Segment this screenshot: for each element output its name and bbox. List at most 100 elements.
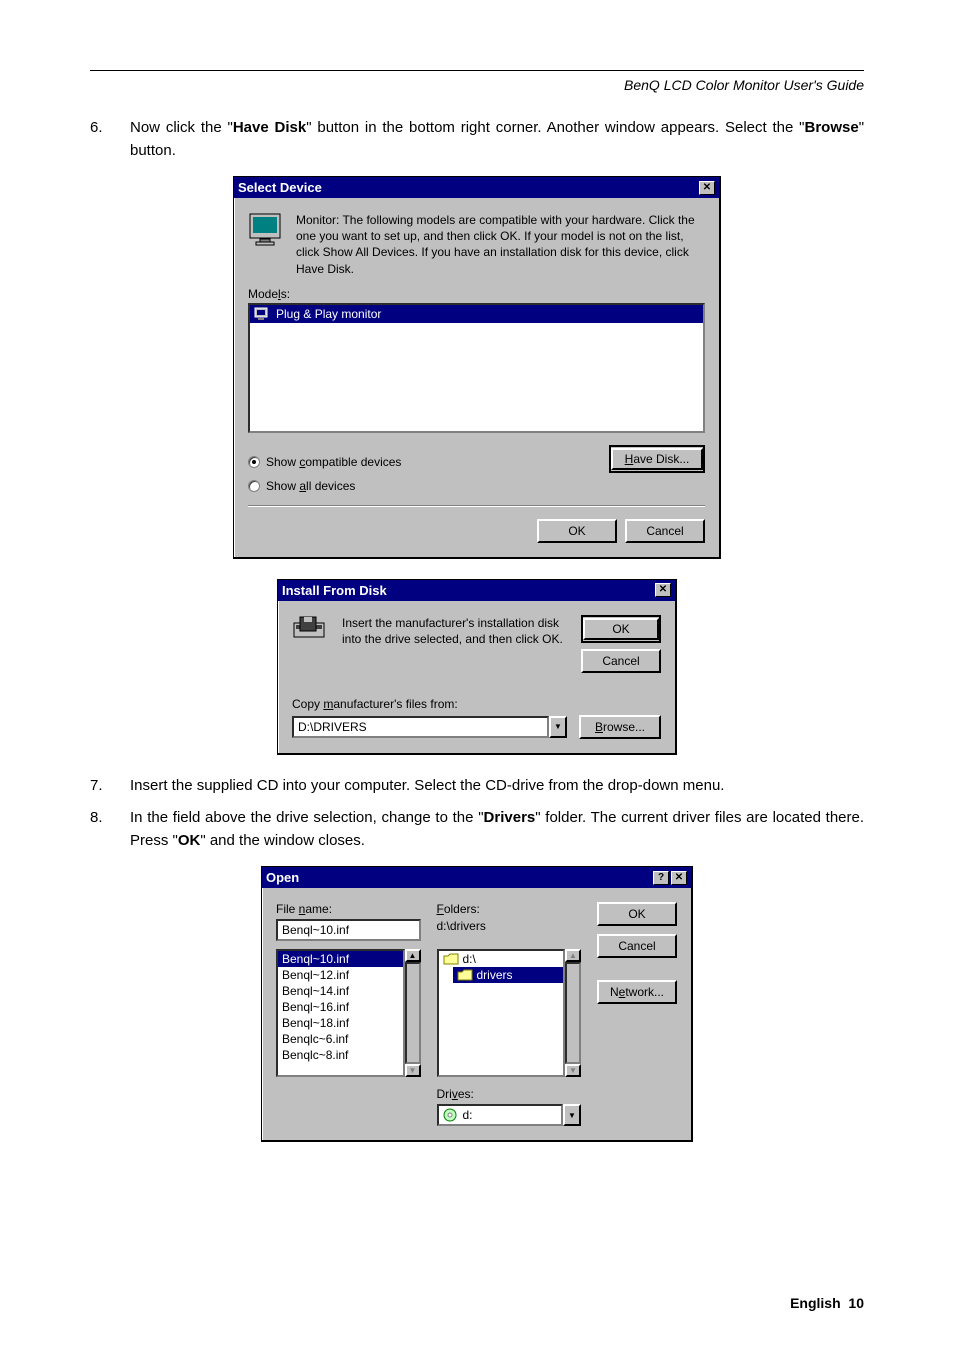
radio-unchecked-icon xyxy=(248,480,260,492)
list-item[interactable]: d:\ xyxy=(439,951,564,967)
doc-header: BenQ LCD Color Monitor User's Guide xyxy=(90,77,864,93)
drives-field[interactable]: d: xyxy=(437,1104,564,1126)
fn-pre: File xyxy=(276,902,299,916)
dr-post: es: xyxy=(458,1087,474,1101)
ok-label: OK xyxy=(583,618,659,640)
radio-all-devices[interactable]: Show all devices xyxy=(248,479,401,493)
step-8-num: 8. xyxy=(90,807,130,852)
chevron-down-icon[interactable]: ▼ xyxy=(549,716,567,738)
file-list[interactable]: Benql~10.inf Benql~12.inf Benql~14.inf B… xyxy=(276,949,405,1077)
footer-lang: English xyxy=(790,1295,841,1311)
ok-button[interactable]: OK xyxy=(597,902,677,926)
drives-combo[interactable]: d: ▼ xyxy=(437,1104,582,1126)
list-item[interactable]: Benqlc~8.inf xyxy=(278,1047,403,1063)
copy-from-combo[interactable]: D:\DRIVERS ▼ xyxy=(292,716,567,738)
folder-item-1: drivers xyxy=(477,968,513,982)
folder-open-icon xyxy=(457,969,473,982)
step-7: 7. Insert the supplied CD into your comp… xyxy=(90,775,864,798)
br-u: B xyxy=(595,720,603,734)
list-item[interactable]: Benql~16.inf xyxy=(278,999,403,1015)
step-6-num: 6. xyxy=(90,117,130,162)
ra-pre: Show xyxy=(266,479,299,493)
select-device-dialog: Select Device ✕ Monitor: The following m… xyxy=(233,176,721,559)
step-6-t0: Now click the " xyxy=(130,119,233,136)
file-name-label: File name: xyxy=(276,902,421,916)
cancel-button[interactable]: Cancel xyxy=(581,649,661,673)
s8-t3: OK xyxy=(178,832,201,849)
page-footer: English 10 xyxy=(790,1295,864,1311)
ok-button[interactable]: OK xyxy=(537,519,617,543)
cf-pre: Copy xyxy=(292,697,323,711)
radio-compatible-devices[interactable]: Show compatible devices xyxy=(248,455,401,469)
step-6-t3: Browse xyxy=(805,119,859,136)
install-from-disk-dialog: Install From Disk ✕ Insert the manufactu… xyxy=(277,579,677,755)
step-6: 6. Now click the "Have Disk" button in t… xyxy=(90,117,864,162)
models-label: Models: xyxy=(248,287,705,301)
have-disk-button[interactable]: Have Disk... xyxy=(609,445,705,473)
step-6-t1: Have Disk xyxy=(233,119,306,136)
list-item[interactable]: Benql~12.inf xyxy=(278,967,403,983)
folders-path: d:\drivers xyxy=(437,919,582,937)
models-item-label: Plug & Play monitor xyxy=(276,307,381,321)
copy-from-field[interactable]: D:\DRIVERS xyxy=(292,716,549,738)
monitor-small-icon xyxy=(254,307,270,321)
ra-post: ll devices xyxy=(306,479,355,493)
browse-button[interactable]: Browse... xyxy=(579,715,661,739)
network-button[interactable]: Network... xyxy=(597,980,677,1004)
step-7-body: Insert the supplied CD into your compute… xyxy=(130,775,864,798)
list-item[interactable]: drivers xyxy=(453,967,564,983)
models-selected-item[interactable]: Plug & Play monitor xyxy=(250,305,703,323)
cancel-button[interactable]: Cancel xyxy=(625,519,705,543)
fn-post: ame: xyxy=(305,902,332,916)
header-rule xyxy=(90,70,864,71)
fl-post: olders: xyxy=(444,902,480,916)
close-icon[interactable]: ✕ xyxy=(655,583,671,597)
install-intro: Insert the manufacturer's installation d… xyxy=(342,615,567,673)
file-name-field[interactable]: Benql~10.inf xyxy=(276,919,421,941)
scrollbar-track[interactable] xyxy=(405,962,421,1064)
copy-from-label: Copy manufacturer's files from: xyxy=(292,697,661,711)
chevron-down-icon[interactable]: ▼ xyxy=(563,1104,581,1126)
select-device-title: Select Device xyxy=(238,180,322,195)
scroll-down-icon[interactable]: ▼ xyxy=(565,1064,581,1077)
step-8-body: In the field above the drive selection, … xyxy=(130,807,864,852)
select-device-titlebar: Select Device ✕ xyxy=(234,177,719,198)
install-titlebar: Install From Disk ✕ xyxy=(278,580,675,601)
floppy-drive-icon xyxy=(292,615,328,673)
br-post: rowse... xyxy=(603,720,645,734)
cancel-button[interactable]: Cancel xyxy=(597,934,677,958)
rc-post: ompatible devices xyxy=(305,455,401,469)
drive-value: d: xyxy=(463,1108,473,1122)
scroll-up-icon[interactable]: ▲ xyxy=(565,949,581,962)
close-icon[interactable]: ✕ xyxy=(671,871,687,885)
nw-post: twork... xyxy=(625,985,664,999)
folder-item-0: d:\ xyxy=(463,952,476,966)
list-item[interactable]: Benql~18.inf xyxy=(278,1015,403,1031)
folder-list[interactable]: d:\ drivers xyxy=(437,949,566,1077)
models-listbox[interactable]: Plug & Play monitor xyxy=(248,303,705,433)
list-item[interactable]: Benql~10.inf xyxy=(278,951,403,967)
cf-u: m xyxy=(323,697,333,711)
open-dialog: Open ? ✕ File name: Benql~10.inf Benql~1… xyxy=(261,866,693,1142)
scroll-up-icon[interactable]: ▲ xyxy=(405,949,421,962)
drives-label: Drives: xyxy=(437,1087,582,1101)
models-label-pre: Mode xyxy=(248,287,278,301)
radio-checked-icon xyxy=(248,456,260,468)
s8-t4: " and the window closes. xyxy=(200,832,365,849)
list-item[interactable]: Benql~14.inf xyxy=(278,983,403,999)
dialog-separator xyxy=(248,505,705,507)
open-titlebar: Open ? ✕ xyxy=(262,867,691,888)
select-device-intro: Monitor: The following models are compat… xyxy=(296,212,705,277)
dr-pre: Dri xyxy=(437,1087,452,1101)
close-icon[interactable]: ✕ xyxy=(699,181,715,195)
fl-u: F xyxy=(437,902,444,916)
scrollbar-track[interactable] xyxy=(565,962,581,1064)
scroll-down-icon[interactable]: ▼ xyxy=(405,1064,421,1077)
help-icon[interactable]: ? xyxy=(653,871,669,885)
nw-pre: N xyxy=(610,985,619,999)
list-item[interactable]: Benqlc~6.inf xyxy=(278,1031,403,1047)
folders-label: Folders: xyxy=(437,902,582,916)
install-title: Install From Disk xyxy=(282,583,387,598)
step-8: 8. In the field above the drive selectio… xyxy=(90,807,864,852)
ok-button[interactable]: OK xyxy=(581,615,661,643)
